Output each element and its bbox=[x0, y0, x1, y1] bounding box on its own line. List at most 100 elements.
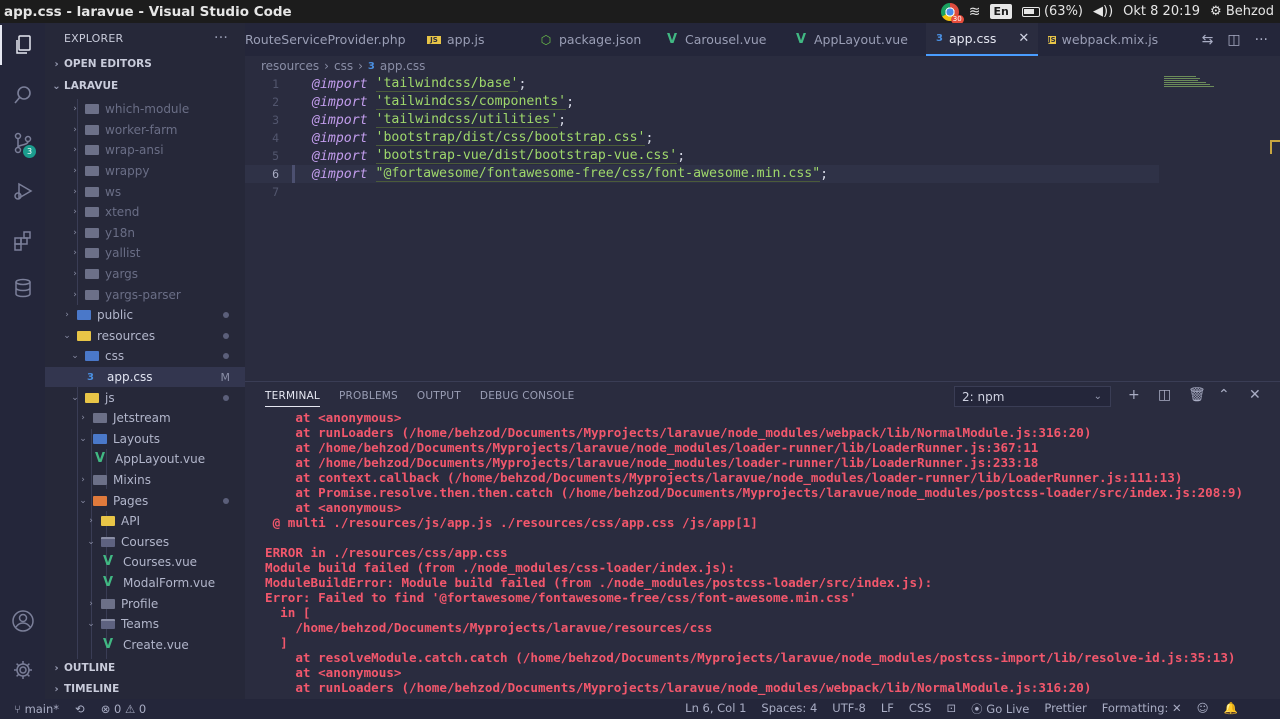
timeline-section[interactable]: › TIMELINE bbox=[45, 678, 245, 700]
folder-icon bbox=[85, 145, 99, 156]
tab-app-js[interactable]: JS app.js bbox=[417, 23, 529, 56]
run-debug-icon[interactable] bbox=[0, 171, 45, 211]
user-menu[interactable]: ⚙ Behzod bbox=[1210, 4, 1274, 19]
folder-y18n[interactable]: › y18n bbox=[45, 223, 245, 244]
project-section[interactable]: ⌄ LARAVUE bbox=[45, 75, 245, 97]
folder-courses[interactable]: ⌄ Courses bbox=[45, 532, 245, 553]
notifications-bell-icon[interactable]: 🔔 bbox=[1224, 701, 1238, 717]
folder-yargs-parser[interactable]: › yargs-parser bbox=[45, 284, 245, 305]
code-string: "@fortawesome/fontawesome-free/css/font-… bbox=[375, 166, 821, 182]
tab-output[interactable]: OUTPUT bbox=[417, 390, 461, 402]
clock[interactable]: Okt 8 20:19 bbox=[1123, 4, 1200, 19]
folder-yargs[interactable]: › yargs bbox=[45, 264, 245, 285]
formatting-status[interactable]: Formatting: ✕ bbox=[1102, 701, 1182, 717]
code-string: 'tailwindcss/base' bbox=[375, 76, 519, 92]
explorer-icon[interactable] bbox=[0, 25, 45, 65]
problems-status[interactable]: ⊗ 0 ⚠ 0 bbox=[101, 702, 147, 716]
css-file-icon: 3 bbox=[87, 371, 94, 383]
split-editor-icon[interactable]: ◫ bbox=[1227, 32, 1240, 48]
search-icon[interactable] bbox=[0, 75, 45, 115]
folder-resources[interactable]: ⌄ resources bbox=[45, 326, 245, 347]
indentation-status[interactable]: Spaces: 4 bbox=[761, 701, 817, 717]
eol-status[interactable]: LF bbox=[881, 701, 894, 717]
keyboard-layout[interactable]: En bbox=[990, 4, 1012, 19]
file-courses-vue[interactable]: V Courses.vue bbox=[45, 552, 245, 573]
file-applayout-vue[interactable]: V AppLayout.vue bbox=[45, 449, 245, 470]
panel-tabs: TERMINAL PROBLEMS OUTPUT DEBUG CONSOLE bbox=[265, 382, 574, 410]
volume-icon[interactable]: ◀)) bbox=[1093, 4, 1113, 19]
folder-public[interactable]: › public bbox=[45, 305, 245, 326]
folder-which-module[interactable]: › which-module bbox=[45, 99, 245, 120]
terminal-select[interactable]: 2: npm ⌄ bbox=[954, 386, 1111, 407]
breadcrumb-resources[interactable]: resources bbox=[261, 59, 319, 73]
breadcrumb-app-css[interactable]: app.css bbox=[380, 59, 426, 73]
terminal-line: at <anonymous> bbox=[265, 500, 402, 515]
folder-css[interactable]: ⌄ css bbox=[45, 346, 245, 367]
branch-status[interactable]: ⑂ main* bbox=[14, 702, 59, 716]
breadcrumb-css[interactable]: css bbox=[334, 59, 353, 73]
folder-profile[interactable]: › Profile bbox=[45, 593, 245, 614]
folder-layouts[interactable]: ⌄ Layouts bbox=[45, 429, 245, 450]
new-terminal-icon[interactable]: + bbox=[1128, 387, 1140, 403]
folder-worker-farm[interactable]: › worker-farm bbox=[45, 120, 245, 141]
tab-webpack-mix-js[interactable]: JS webpack.mix.js bbox=[1038, 23, 1168, 56]
folder-xtend[interactable]: › xtend bbox=[45, 202, 245, 223]
file-app-css[interactable]: 3 app.css M bbox=[45, 366, 245, 388]
live-share-icon[interactable]: ⊡ bbox=[946, 701, 956, 717]
file-create-vue[interactable]: V Create.vue bbox=[45, 635, 245, 656]
chrome-icon[interactable]: 30 bbox=[940, 2, 964, 24]
compare-changes-icon[interactable]: ⇆ bbox=[1202, 32, 1214, 48]
tab-terminal[interactable]: TERMINAL bbox=[265, 390, 320, 407]
maximize-panel-icon[interactable]: ⌃ bbox=[1218, 387, 1230, 403]
more-actions-icon[interactable]: ··· bbox=[214, 30, 228, 46]
encoding-status[interactable]: UTF-8 bbox=[832, 701, 866, 717]
feedback-icon[interactable]: ☺ bbox=[1197, 701, 1209, 717]
close-tab-icon[interactable]: ✕ bbox=[1018, 31, 1029, 46]
folder-pages[interactable]: ⌄ Pages bbox=[45, 490, 245, 511]
terminal-line: at /home/behzod/Documents/Myprojects/lar… bbox=[265, 440, 1039, 455]
tab-problems[interactable]: PROBLEMS bbox=[339, 390, 398, 402]
wifi-icon[interactable]: ≋ bbox=[969, 4, 981, 20]
folder-mixins[interactable]: › Mixins bbox=[45, 470, 245, 491]
code-editor[interactable]: 1 @import 'tailwindcss/base'; 2 @import 't… bbox=[245, 75, 1280, 375]
manage-gear-icon[interactable] bbox=[0, 650, 45, 690]
folder-ws[interactable]: › ws bbox=[45, 181, 245, 202]
source-control-icon[interactable]: 3 bbox=[0, 123, 45, 163]
tree-label: Profile bbox=[121, 596, 159, 611]
file-modalform-vue[interactable]: V ModalForm.vue bbox=[45, 573, 245, 594]
cursor-position[interactable]: Ln 6, Col 1 bbox=[685, 701, 746, 717]
folder-teams[interactable]: ⌄ Teams bbox=[45, 614, 245, 635]
folder-icon bbox=[85, 289, 99, 300]
folder-wrap-ansi[interactable]: › wrap-ansi bbox=[45, 140, 245, 161]
account-icon[interactable] bbox=[0, 601, 45, 641]
tab-routeserviceprovider[interactable]: RouteServiceProvider.php bbox=[245, 23, 417, 56]
go-live-status[interactable]: ⦿ Go Live bbox=[971, 701, 1029, 717]
extensions-icon[interactable] bbox=[0, 220, 45, 260]
folder-jetstream[interactable]: › Jetstream bbox=[45, 408, 245, 429]
terminal-output[interactable]: at <anonymous> at runLoaders (/home/behz… bbox=[265, 410, 1275, 695]
language-mode[interactable]: CSS bbox=[909, 701, 932, 717]
tab-applayout-vue[interactable]: V AppLayout.vue bbox=[784, 23, 926, 56]
folder-api[interactable]: › API bbox=[45, 511, 245, 532]
battery-indicator[interactable]: (63%) bbox=[1021, 4, 1083, 19]
folder-yallist[interactable]: › yallist bbox=[45, 243, 245, 264]
sync-icon[interactable]: ⟲ bbox=[75, 702, 85, 716]
split-terminal-icon[interactable]: ◫ bbox=[1158, 387, 1171, 403]
close-panel-icon[interactable]: ✕ bbox=[1249, 387, 1261, 403]
code-string: 'tailwindcss/utilities' bbox=[375, 112, 559, 128]
tab-carousel-vue[interactable]: V Carousel.vue bbox=[655, 23, 784, 56]
scm-badge: 3 bbox=[23, 145, 36, 158]
tab-package-json[interactable]: ⬡ package.json bbox=[529, 23, 655, 56]
more-actions-icon[interactable]: ··· bbox=[1255, 32, 1268, 48]
database-icon[interactable] bbox=[0, 268, 45, 308]
open-editors-section[interactable]: › OPEN EDITORS bbox=[45, 53, 245, 75]
folder-wrappy[interactable]: › wrappy bbox=[45, 161, 245, 182]
trash-icon[interactable]: 🗑 bbox=[1188, 387, 1206, 403]
tab-debug-console[interactable]: DEBUG CONSOLE bbox=[480, 390, 575, 402]
folder-js[interactable]: ⌄ js bbox=[45, 387, 245, 408]
tab-app-css[interactable]: 3 app.css ✕ bbox=[926, 23, 1038, 56]
folder-icon bbox=[85, 269, 99, 280]
prettier-status[interactable]: Prettier bbox=[1044, 701, 1086, 717]
outline-section[interactable]: › OUTLINE bbox=[45, 657, 245, 679]
minimap[interactable] bbox=[1164, 76, 1214, 87]
